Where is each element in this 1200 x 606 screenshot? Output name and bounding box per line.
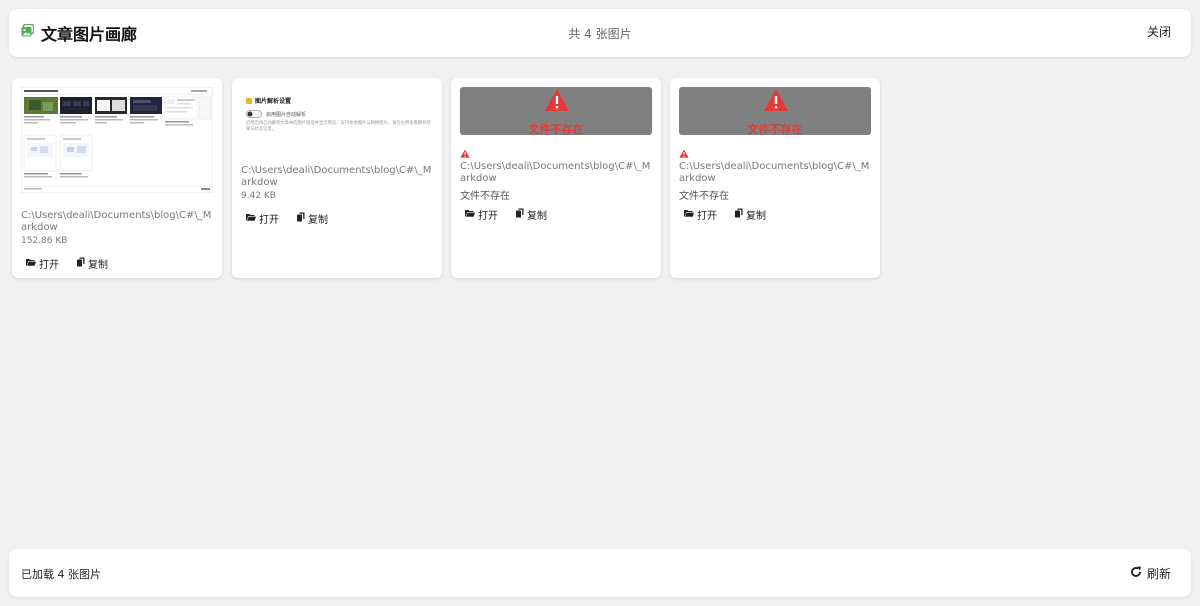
copy-icon xyxy=(297,212,305,225)
refresh-label: 刷新 xyxy=(1146,567,1171,581)
refresh-icon xyxy=(1130,566,1142,581)
card-actions: 打开 复制 xyxy=(246,211,328,226)
image-card[interactable]: 文件不存在 C:\Users\deali\Documents\blog\C#\_… xyxy=(670,78,880,278)
image-card[interactable]: 文件不存在 C:\Users\deali\Documents\blog\C#\_… xyxy=(451,78,661,278)
file-status: 文件不存在 xyxy=(460,191,510,202)
folder-open-icon xyxy=(246,213,256,224)
image-thumbnail[interactable] xyxy=(20,86,214,194)
file-path: C:\Users\deali\Documents\blog\C#\_Markdo… xyxy=(21,210,212,233)
image-thumbnail[interactable]: 图片解析设置 启用图片自动解析 启用后将自动解析文章中的图片链接并显示预览，支持… xyxy=(241,87,433,157)
copy-icon xyxy=(77,257,85,270)
close-button[interactable]: 关闭 xyxy=(1147,23,1171,40)
open-button[interactable]: 打开 xyxy=(26,256,59,271)
missing-image-placeholder: 文件不存在 xyxy=(679,87,871,136)
folder-open-icon xyxy=(26,258,36,269)
open-label: 打开 xyxy=(478,211,498,222)
copy-button[interactable]: 复制 xyxy=(297,211,328,226)
open-label: 打开 xyxy=(697,211,717,222)
copy-label: 复制 xyxy=(527,211,547,222)
missing-image-placeholder: 文件不存在 xyxy=(460,87,652,136)
warning-triangle-icon xyxy=(763,88,789,117)
image-card[interactable]: C:\Users\deali\Documents\blog\C#\_Markdo… xyxy=(12,78,222,278)
open-button[interactable]: 打开 xyxy=(465,207,498,222)
copy-button[interactable]: 复制 xyxy=(77,256,108,271)
image-count: 共 4 张图片 xyxy=(568,26,632,41)
file-status: 文件不存在 xyxy=(679,191,729,202)
page-title: 文章图片画廊 xyxy=(41,25,138,44)
gallery-image-icon xyxy=(21,23,35,42)
open-button[interactable]: 打开 xyxy=(246,211,279,226)
copy-label: 复制 xyxy=(88,260,108,271)
refresh-button[interactable]: 刷新 xyxy=(1130,565,1171,582)
missing-text: 文件不存在 xyxy=(747,123,803,136)
copy-label: 复制 xyxy=(746,211,766,222)
copy-button[interactable]: 复制 xyxy=(735,207,766,222)
file-size: 9.42 KB xyxy=(241,191,276,201)
load-status: 已加载 4 张图片 xyxy=(21,568,101,581)
thumb-description: 启用后将自动解析文章中的图片链接并显示预览，支持本地图片与网络图片，请在右侧查看… xyxy=(246,120,431,131)
open-label: 打开 xyxy=(39,260,59,271)
missing-text: 文件不存在 xyxy=(528,123,584,136)
card-actions: 打开 复制 xyxy=(684,207,766,222)
gallery-header: 文章图片画廊 共 4 张图片 关闭 xyxy=(9,9,1191,57)
copy-icon xyxy=(516,208,524,221)
copy-button[interactable]: 复制 xyxy=(516,207,547,222)
thumb-title: 图片解析设置 xyxy=(255,98,292,105)
copy-label: 复制 xyxy=(308,215,328,226)
file-path: C:\Users\deali\Documents\blog\C#\_Markdo… xyxy=(241,165,432,188)
card-actions: 打开 复制 xyxy=(26,256,108,271)
image-card[interactable]: 图片解析设置 启用图片自动解析 启用后将自动解析文章中的图片链接并显示预览，支持… xyxy=(232,78,442,278)
gallery-footer: 已加载 4 张图片 刷新 xyxy=(9,549,1191,597)
folder-open-icon xyxy=(684,209,694,220)
card-actions: 打开 复制 xyxy=(465,207,547,222)
file-path: C:\Users\deali\Documents\blog\C#\_Markdo… xyxy=(679,161,870,184)
folder-open-icon xyxy=(465,209,475,220)
title-group: 文章图片画廊 xyxy=(21,9,137,57)
file-path: C:\Users\deali\Documents\blog\C#\_Markdo… xyxy=(460,161,651,184)
copy-icon xyxy=(735,208,743,221)
warning-triangle-icon xyxy=(544,88,570,117)
thumb-toggle-label: 启用图片自动解析 xyxy=(266,111,307,118)
file-size: 152.86 KB xyxy=(21,236,68,246)
open-label: 打开 xyxy=(259,215,279,226)
open-button[interactable]: 打开 xyxy=(684,207,717,222)
